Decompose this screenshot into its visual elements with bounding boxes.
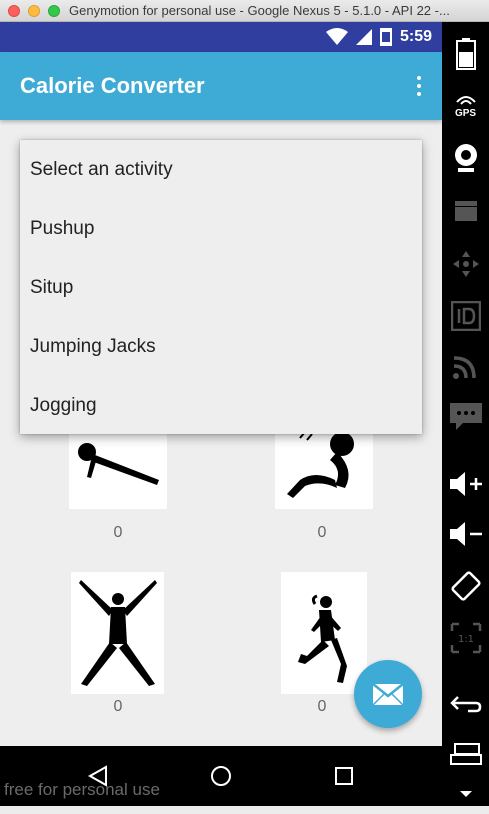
rss-tool[interactable] [442, 346, 489, 386]
home-icon[interactable] [209, 764, 233, 788]
window-titlebar: Genymotion for personal use - Google Nex… [0, 0, 489, 22]
jumping-jacks-count: 0 [113, 698, 123, 715]
jumping-jacks-icon [79, 580, 157, 686]
recents-icon[interactable] [332, 764, 356, 788]
volume-down-tool[interactable] [442, 514, 489, 554]
menu-tool[interactable] [442, 774, 489, 814]
dpad-icon [452, 251, 479, 277]
rotate-icon [450, 571, 481, 601]
sms-tool[interactable] [442, 396, 489, 436]
pushup-count: 0 [113, 524, 123, 541]
rotate-tool[interactable] [442, 566, 489, 606]
dpad-tool[interactable] [442, 244, 489, 284]
back-icon [449, 696, 481, 713]
overflow-menu-icon[interactable] [416, 76, 422, 96]
menu-icon [459, 791, 472, 797]
status-bar: 5:59 [0, 22, 442, 52]
id-icon [450, 301, 481, 331]
battery-icon [455, 38, 476, 70]
webcam-tool[interactable] [442, 138, 489, 178]
watermark: free for personal use [4, 780, 160, 799]
rss-icon [452, 356, 476, 379]
toolbar-back-tool[interactable] [442, 684, 489, 724]
scale-label: 1:1 [457, 634, 473, 645]
recent-apps-icon [449, 743, 482, 765]
volume-up-icon [449, 472, 482, 496]
capture-tool[interactable] [442, 190, 489, 230]
dropdown-item-situp[interactable]: Situp [30, 277, 73, 299]
volume-down-icon [449, 522, 482, 546]
gps-icon [455, 96, 476, 105]
situp-image[interactable] [275, 430, 373, 509]
dropdown-item-pushup[interactable]: Pushup [30, 218, 94, 240]
gps-label: GPS [454, 108, 477, 119]
sim-icon [379, 28, 392, 46]
dropdown-item-select-activity[interactable]: Select an activity [30, 159, 173, 181]
email-fab-button[interactable] [354, 660, 422, 728]
pushup-icon [78, 443, 159, 485]
status-time: 5:59 [399, 28, 432, 45]
dropdown-item-jogging[interactable]: Jogging [30, 395, 97, 417]
pushup-image[interactable] [69, 430, 167, 509]
situp-count: 0 [317, 524, 327, 541]
scale-tool[interactable]: 1:1 [442, 618, 489, 658]
wifi-icon [325, 28, 348, 45]
app-title: Calorie Converter [20, 73, 205, 98]
battery-tool[interactable] [442, 34, 489, 74]
activity-dropdown: Select an activity Pushup Situp Jumping … [20, 140, 422, 434]
window-title: Genymotion for personal use - Google Nex… [69, 3, 450, 18]
email-icon [372, 683, 404, 706]
jogging-count: 0 [317, 698, 327, 715]
window-maximize-button[interactable] [48, 5, 60, 17]
capture-icon [454, 201, 477, 221]
dropdown-item-jumping-jacks[interactable]: Jumping Jacks [30, 336, 156, 358]
scale-icon: 1:1 [450, 622, 481, 654]
recent-apps-tool[interactable] [442, 734, 489, 774]
id-tool[interactable] [442, 296, 489, 336]
window-close-button[interactable] [8, 5, 20, 17]
sms-icon [449, 403, 482, 430]
window-minimize-button[interactable] [28, 5, 40, 17]
android-screen: 5:59 Calorie Converter 0 0 0 0 Select an… [0, 22, 442, 806]
webcam-icon [454, 144, 477, 172]
jumping-jacks-image[interactable] [71, 572, 164, 694]
situp-icon [287, 431, 354, 498]
emulator-toolbar: GPS 1:1 [442, 22, 489, 806]
volume-up-tool[interactable] [442, 464, 489, 504]
signal-icon [355, 29, 372, 45]
app-bar: Calorie Converter [0, 52, 442, 120]
